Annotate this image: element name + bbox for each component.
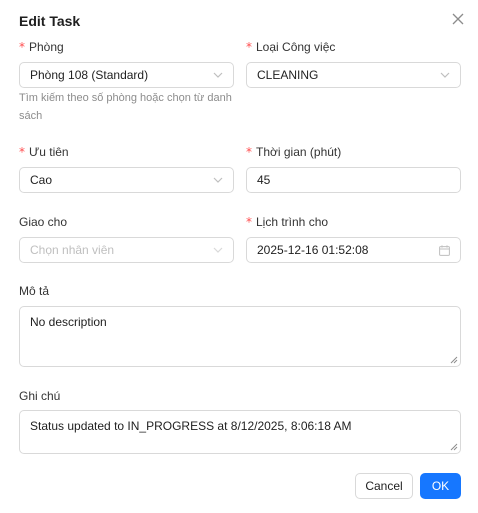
notes-value: Status updated to IN_PROGRESS at 8/12/20… [30,419,352,433]
ok-button[interactable]: OK [420,473,461,499]
chevron-down-icon [213,245,223,255]
task-type-select[interactable]: CLEANING [246,62,461,88]
assignee-select[interactable]: Chọn nhân viên [19,237,234,263]
description-textarea[interactable]: No description [19,306,461,367]
resize-handle-icon[interactable] [450,443,458,451]
duration-input[interactable]: 45 [246,167,461,193]
close-icon [452,13,464,25]
priority-value: Cao [30,173,53,187]
description-label: Mô tả [19,284,50,298]
chevron-down-icon [440,70,450,80]
room-hint: Tìm kiếm theo số phòng hoặc chọn từ danh… [19,92,232,122]
priority-select[interactable]: Cao [19,167,234,193]
resize-handle-icon[interactable] [450,356,458,364]
schedule-datepicker[interactable]: 2025-12-16 01:52:08 [246,237,461,263]
required-mark: * [19,145,25,159]
priority-label: * Ưu tiên [19,145,69,159]
assignee-placeholder: Chọn nhân viên [30,243,115,257]
notes-label: Ghi chú [19,389,61,403]
notes-textarea[interactable]: Status updated to IN_PROGRESS at 8/12/20… [19,410,461,454]
edit-task-modal: Edit Task * Phòng Phòng 108 (Standard) Tì… [0,0,478,513]
duration-value: 45 [257,173,271,187]
required-mark: * [246,145,252,159]
close-button[interactable] [449,10,467,28]
assignee-label: Giao cho [19,215,68,229]
chevron-down-icon [213,70,223,80]
room-label: * Phòng [19,40,64,54]
task-type-value: CLEANING [257,68,319,82]
calendar-icon[interactable] [438,244,450,256]
schedule-value: 2025-12-16 01:52:08 [257,243,369,257]
chevron-down-icon [213,175,223,185]
description-value: No description [30,315,107,329]
modal-title: Edit Task [19,13,81,29]
schedule-label: * Lịch trình cho [246,215,329,229]
required-mark: * [246,215,252,229]
room-select-value: Phòng 108 (Standard) [30,68,149,82]
task-type-label: * Loại Công việc [246,40,336,54]
required-mark: * [246,40,252,54]
required-mark: * [19,40,25,54]
duration-label: * Thời gian (phút) [246,145,342,159]
cancel-button[interactable]: Cancel [355,473,413,499]
room-select[interactable]: Phòng 108 (Standard) [19,62,234,88]
